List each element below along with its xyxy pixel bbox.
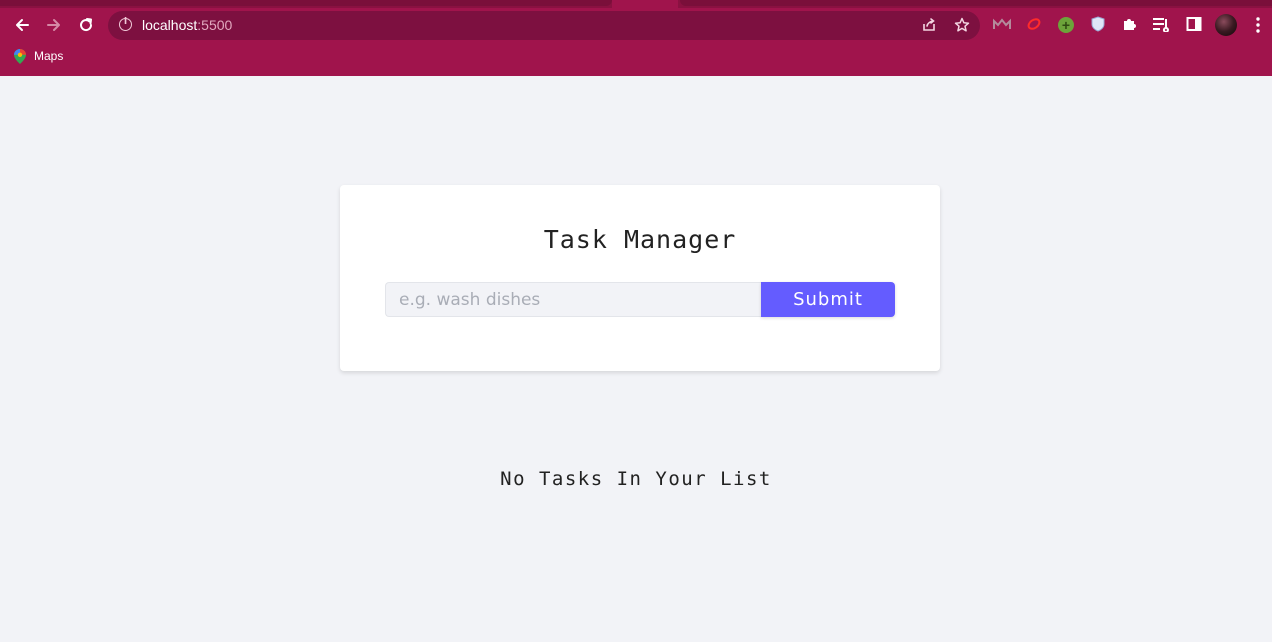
back-arrow-icon — [16, 19, 29, 31]
bookmark-label: Maps — [34, 49, 64, 63]
puzzle-icon[interactable] — [1121, 15, 1139, 33]
reload-icon — [80, 18, 93, 32]
active-tab[interactable] — [612, 0, 678, 8]
info-icon[interactable] — [119, 17, 132, 31]
forward-button[interactable] — [41, 12, 67, 38]
kebab-menu-icon[interactable] — [1249, 14, 1267, 36]
address-bar[interactable]: localhost:5500 — [108, 11, 980, 40]
browser-chrome: localhost:5500 + — [0, 0, 1272, 76]
submit-button[interactable]: Submit — [761, 282, 895, 317]
page-title: Task Manager — [543, 225, 737, 254]
reload-button[interactable] — [73, 12, 99, 38]
url-port: :5500 — [197, 17, 233, 33]
extension-gray-icon[interactable] — [993, 15, 1011, 33]
task-input[interactable] — [385, 282, 762, 317]
side-panel-icon[interactable] — [1185, 15, 1203, 33]
reading-list-icon[interactable] — [1152, 15, 1170, 33]
inactive-tabs-left[interactable] — [0, 0, 612, 6]
url-text[interactable]: localhost:5500 — [142, 17, 232, 33]
shield-icon[interactable] — [1089, 15, 1107, 33]
extension-red-icon[interactable] — [1025, 15, 1043, 33]
extension-plus-icon[interactable]: + — [1058, 17, 1074, 33]
share-icon[interactable] — [920, 16, 938, 34]
inactive-tabs-right[interactable] — [680, 0, 1272, 6]
forward-arrow-icon — [47, 19, 60, 31]
empty-tasks-message: No Tasks In Your List — [500, 468, 772, 490]
maps-pin-icon — [14, 49, 26, 64]
back-button[interactable] — [9, 12, 35, 38]
bookmark-maps[interactable]: Maps — [14, 49, 64, 64]
star-icon[interactable] — [953, 16, 971, 34]
profile-avatar[interactable] — [1215, 14, 1237, 36]
url-host: localhost — [142, 17, 198, 33]
task-form-card: Task Manager Submit — [340, 185, 940, 371]
